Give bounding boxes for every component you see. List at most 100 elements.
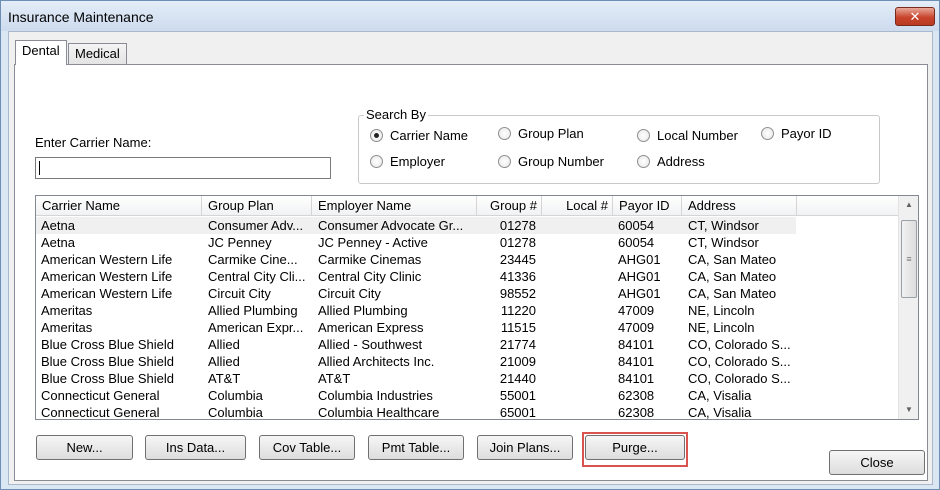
column-header-group-plan[interactable]: Group Plan (202, 196, 312, 216)
cell-address: CO, Colorado S... (688, 371, 791, 386)
search-by-legend: Search By (364, 107, 428, 122)
cell-group-plan: Central City Cli... (208, 269, 306, 284)
radio-label: Carrier Name (390, 128, 469, 143)
table-row[interactable]: Aetna Consumer Adv... Consumer Advocate Gr… (36, 217, 796, 234)
radio-carrier-name[interactable]: Carrier Name (370, 128, 468, 143)
carrier-name-label: Enter Carrier Name: (35, 135, 152, 150)
cell-address: CT, Windsor (688, 218, 759, 233)
cell-payor-id: AHG01 (618, 269, 661, 284)
cell-address: CO, Colorado S... (688, 337, 791, 352)
scroll-up-icon[interactable]: ▲ (899, 196, 918, 213)
pmt-table-button[interactable]: Pmt Table... (368, 435, 464, 460)
cell-group-number: 23445 (499, 252, 536, 267)
cell-carrier-name: American Western Life (41, 269, 173, 284)
cell-payor-id: 60054 (618, 235, 655, 250)
vertical-scrollbar[interactable]: ▲ ≡ ▼ (898, 196, 918, 419)
radio-label: Employer (390, 154, 445, 169)
cell-local-number (542, 387, 607, 404)
table-row[interactable]: Aetna JC Penney JC Penney - Active 01278 600… (36, 234, 898, 251)
column-header-employer-name[interactable]: Employer Name (312, 196, 477, 216)
column-header-group-number[interactable]: Group # (477, 196, 542, 216)
radio-group-number[interactable]: Group Number (498, 154, 604, 169)
radio-indicator (370, 155, 383, 168)
cell-employer-name: Allied - Southwest (318, 337, 423, 352)
new-button[interactable]: New... (36, 435, 133, 460)
radio-address[interactable]: Address (637, 154, 705, 169)
table-row[interactable]: Blue Cross Blue Shield Allied Allied - Sou… (36, 336, 898, 353)
cell-group-plan: Allied (208, 354, 240, 369)
radio-payor-id[interactable]: Payor ID (761, 126, 832, 141)
cell-group-plan: JC Penney (208, 235, 272, 250)
column-header-filler (797, 196, 898, 216)
radio-label: Local Number (657, 128, 738, 143)
cell-group-plan: Carmike Cine... (208, 252, 298, 267)
cell-group-number: 01278 (499, 235, 536, 250)
tab-dental[interactable]: Dental (15, 40, 67, 65)
cell-carrier-name: Aetna (41, 218, 75, 233)
cell-local-number (542, 217, 607, 234)
dental-tab-panel: Enter Carrier Name: Search By Carrier Na… (14, 64, 928, 481)
cell-local-number (542, 404, 607, 419)
radio-indicator (498, 127, 511, 140)
cell-carrier-name: American Western Life (41, 286, 173, 301)
carrier-name-input[interactable] (35, 157, 331, 179)
column-header-carrier-name[interactable]: Carrier Name (36, 196, 202, 216)
cell-employer-name: Carmike Cinemas (318, 252, 422, 267)
cell-payor-id: 62308 (618, 405, 655, 420)
radio-label: Payor ID (781, 126, 832, 141)
cell-group-number: 98552 (499, 286, 536, 301)
cell-group-plan: Allied (208, 337, 240, 352)
table-row[interactable]: Ameritas Allied Plumbing Allied Plumbing 11… (36, 302, 898, 319)
cell-local-number (542, 319, 607, 336)
radio-group-plan[interactable]: Group Plan (498, 126, 584, 141)
cov-table-button[interactable]: Cov Table... (259, 435, 355, 460)
scroll-down-icon[interactable]: ▼ (899, 401, 918, 418)
join-plans-button[interactable]: Join Plans... (477, 435, 573, 460)
purge-highlight (582, 432, 688, 467)
scroll-thumb[interactable]: ≡ (901, 220, 917, 298)
radio-local-number[interactable]: Local Number (637, 128, 738, 143)
cell-employer-name: JC Penney - Active (318, 235, 428, 250)
table-row[interactable]: Connecticut General Columbia Columbia Heal… (36, 404, 898, 420)
table-row[interactable]: Ameritas American Expr... American Express… (36, 319, 898, 336)
column-header-address[interactable]: Address (682, 196, 797, 216)
column-header-payor-id[interactable]: Payor ID (613, 196, 682, 216)
radio-indicator (637, 155, 650, 168)
cell-employer-name: Columbia Industries (318, 388, 433, 403)
cell-carrier-name: Ameritas (41, 303, 93, 318)
cell-local-number (542, 268, 607, 285)
close-button[interactable]: Close (829, 450, 925, 475)
cell-address: CA, San Mateo (688, 269, 777, 284)
cell-payor-id: 62308 (618, 388, 655, 403)
carrier-list[interactable]: Carrier Name Group Plan Employer Name Gr… (35, 195, 919, 420)
cell-payor-id: AHG01 (618, 252, 661, 267)
cell-employer-name: AT&T (318, 371, 351, 386)
cell-payor-id: 84101 (618, 371, 655, 386)
radio-employer[interactable]: Employer (370, 154, 445, 169)
cell-group-plan: Columbia (208, 388, 263, 403)
cell-employer-name: Consumer Advocate Gr... (318, 218, 464, 233)
cell-address: CA, Visalia (688, 388, 752, 403)
table-row[interactable]: American Western Life Circuit City Circuit… (36, 285, 898, 302)
cell-carrier-name: Blue Cross Blue Shield (41, 337, 174, 352)
window-close-button[interactable]: ✕ (895, 7, 935, 26)
cell-group-plan: AT&T (208, 371, 241, 386)
text-caret (39, 161, 40, 175)
cell-local-number (542, 234, 607, 251)
cell-carrier-name: Ameritas (41, 320, 93, 335)
cell-group-number: 21440 (499, 371, 536, 386)
cell-employer-name: American Express (318, 320, 424, 335)
tab-medical[interactable]: Medical (68, 43, 127, 65)
cell-group-number: 01278 (499, 218, 536, 233)
table-row[interactable]: Connecticut General Columbia Columbia Indu… (36, 387, 898, 404)
table-row[interactable]: Blue Cross Blue Shield Allied Allied Archi… (36, 353, 898, 370)
cell-employer-name: Columbia Healthcare (318, 405, 440, 420)
radio-indicator (370, 129, 383, 142)
column-header-local-number[interactable]: Local # (542, 196, 613, 216)
table-row[interactable]: American Western Life Carmike Cine... Carm… (36, 251, 898, 268)
table-row[interactable]: American Western Life Central City Cli...… (36, 268, 898, 285)
ins-data-button[interactable]: Ins Data... (145, 435, 246, 460)
table-row[interactable]: Blue Cross Blue Shield AT&T AT&T 21440 84101… (36, 370, 898, 387)
title-bar[interactable]: Insurance Maintenance ✕ (1, 1, 939, 31)
cell-carrier-name: Connecticut General (41, 388, 160, 403)
